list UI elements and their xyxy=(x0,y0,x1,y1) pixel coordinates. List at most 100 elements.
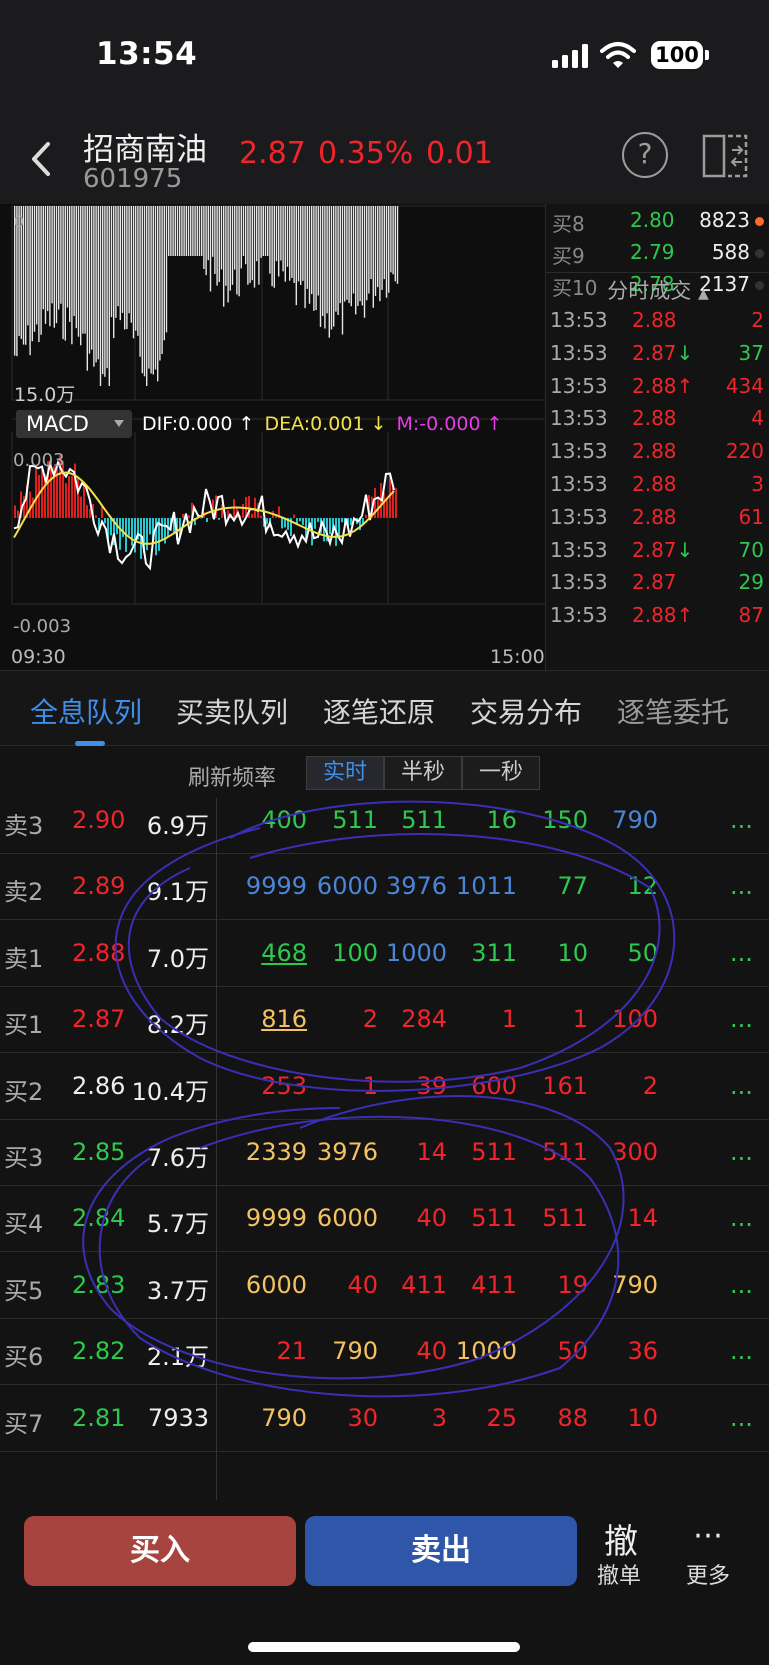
tick-row: 13:53 2.88 220 xyxy=(546,439,769,473)
macd-bar xyxy=(182,513,184,518)
queue-row[interactable]: 买2 2.86 10.4万 253 1 39 600 161 2... xyxy=(0,1050,769,1120)
change-percent: 0.35% xyxy=(318,136,414,171)
tab-trade-distribution[interactable]: 交易分布 xyxy=(470,691,582,731)
macd-bottom-label: -0.003 xyxy=(13,616,72,637)
buy-button[interactable]: 买入 xyxy=(24,1516,296,1586)
queue-row[interactable]: 买3 2.85 7.6万 2339 3976 14 511 511 300... xyxy=(0,1116,769,1186)
volume-bar xyxy=(106,206,108,369)
queue-order-cell: 19 xyxy=(557,1270,588,1299)
cancel-order-label[interactable]: 撤单 xyxy=(597,1558,641,1590)
queue-more-button[interactable]: ... xyxy=(730,1271,753,1299)
queue-more-button[interactable]: ... xyxy=(730,1072,753,1100)
macd-bar xyxy=(122,518,124,537)
queue-row[interactable]: 买1 2.87 8.2万 816 2 284 1 1 100... xyxy=(0,983,769,1054)
volume-bar xyxy=(383,206,385,280)
macd-bar xyxy=(161,518,163,539)
volume-bar xyxy=(135,206,137,331)
queue-level-label: 买1 xyxy=(4,1011,44,1040)
volume-bar xyxy=(256,206,258,262)
refresh-half-second-button[interactable]: 半秒 xyxy=(384,756,462,790)
queue-row[interactable]: 买7 2.81 7933 790 30 3 25 88 10... xyxy=(0,1382,769,1452)
volume-bar xyxy=(260,206,262,258)
queue-more-button[interactable]: ... xyxy=(730,1404,753,1432)
volume-bar xyxy=(44,206,47,324)
tick-list-title[interactable]: 分时成交 ▲ xyxy=(546,272,769,308)
queue-level-label: 买7 xyxy=(4,1409,44,1438)
macd-bar xyxy=(329,518,331,535)
back-chevron-icon[interactable] xyxy=(22,134,62,184)
macd-indicator-bar: MACD DIF:0.000 ↑ DEA:0.001 ↓ M:-0.000 ↑ xyxy=(0,406,545,442)
macd-bar xyxy=(65,483,67,518)
queue-row[interactable]: 买5 2.83 3.7万 6000 40 411 411 19 790... xyxy=(0,1249,769,1319)
volume-bar xyxy=(335,206,337,312)
queue-row[interactable]: 卖3 2.90 6.9万 400 511 511 16 150 790... xyxy=(0,798,769,854)
sort-up-icon: ▲ xyxy=(697,286,709,302)
tick-amount: 2 xyxy=(751,308,764,332)
queue-more-button[interactable]: ... xyxy=(730,1005,753,1033)
queue-more-button[interactable]: ... xyxy=(730,1138,753,1166)
cellular-signal-icon xyxy=(552,44,588,68)
macd-bar xyxy=(242,504,244,518)
volume-bar xyxy=(223,206,225,307)
volume-bar xyxy=(117,206,119,307)
volume-bar xyxy=(84,206,86,334)
queue-row[interactable]: 卖1 2.88 7.0万 468 100 1000 311 10 50... xyxy=(0,917,769,987)
help-icon[interactable]: ? xyxy=(622,132,668,178)
more-label[interactable]: 更多 xyxy=(686,1558,730,1590)
volume-bar xyxy=(66,206,69,308)
volume-bar xyxy=(124,206,126,330)
intraday-chart[interactable]: 0 15.0万 MACD DIF:0.000 ↑ DEA:0.001 ↓ M:-… xyxy=(0,204,545,670)
queue-more-button[interactable]: ... xyxy=(730,1337,753,1365)
volume-bar xyxy=(385,206,388,298)
macd-bar xyxy=(314,518,316,529)
tab-bid-ask-queue[interactable]: 买卖队列 xyxy=(176,691,288,731)
volume-bar xyxy=(229,206,231,291)
cancel-order-icon[interactable]: 撤 xyxy=(604,1514,638,1563)
volume-bar xyxy=(113,206,115,339)
queue-more-button[interactable]: ... xyxy=(730,1204,753,1232)
tab-order-detail[interactable]: 逐笔委托 xyxy=(617,691,729,731)
order-book-row[interactable]: 买8 2.80 8823 xyxy=(546,208,769,240)
queue-order-cell: 14 xyxy=(627,1204,658,1233)
queue-order-cell: 790 xyxy=(612,806,658,834)
queue-order-cell: 3976 xyxy=(316,1138,378,1166)
queue-order-cell: 6000 xyxy=(316,1204,378,1233)
volume-bar xyxy=(322,206,324,316)
queue-order-cell: 6000 xyxy=(316,872,378,901)
volume-bar xyxy=(209,206,212,292)
volume-bar xyxy=(121,206,124,313)
queue-order-cell: 36 xyxy=(627,1337,658,1366)
volume-bar xyxy=(33,206,36,332)
queue-row[interactable]: 买6 2.82 2.1万 21 790 40 1000 50 36... xyxy=(0,1315,769,1386)
tab-full-queue[interactable]: 全息队列 xyxy=(30,691,142,731)
volume-bar xyxy=(328,206,330,338)
volume-bar xyxy=(176,206,179,256)
volume-bar xyxy=(82,206,84,334)
macd-bar xyxy=(128,518,130,536)
queue-order-cell: 14 xyxy=(416,1138,447,1166)
tab-trade-replay[interactable]: 逐笔还原 xyxy=(323,691,435,731)
queue-table[interactable]: 卖3 2.90 6.9万 400 511 511 16 150 790... 卖2 2.89 9.1万… xyxy=(0,798,769,1500)
queue-order-cell: 816 xyxy=(261,1005,307,1034)
refresh-one-second-button[interactable]: 一秒 xyxy=(462,756,540,790)
queue-more-button[interactable]: ... xyxy=(730,939,753,967)
queue-more-button[interactable]: ... xyxy=(730,806,753,834)
queue-row[interactable]: 卖2 2.89 9.1万 9999 6000 3976 1011 77 12... xyxy=(0,850,769,921)
macd-bar xyxy=(254,497,256,518)
order-book-row[interactable]: 买9 2.79 588 xyxy=(546,240,769,272)
volume-bar xyxy=(212,206,214,257)
volume-bar xyxy=(194,206,196,256)
queue-order-cell: 50 xyxy=(557,1337,588,1366)
queue-row[interactable]: 买4 2.84 5.7万 9999 6000 40 511 511 14... xyxy=(0,1182,769,1253)
queue-more-button[interactable]: ... xyxy=(730,872,753,900)
tick-time: 13:53 xyxy=(550,406,608,431)
split-view-icon[interactable] xyxy=(702,132,750,180)
indicator-select[interactable]: MACD xyxy=(16,410,132,438)
macd-bar xyxy=(302,518,304,525)
refresh-realtime-button[interactable]: 实时 xyxy=(306,756,384,790)
more-icon[interactable]: ⋯ xyxy=(693,1518,725,1553)
tick-title-text: 分时成交 xyxy=(607,279,692,303)
sell-button[interactable]: 卖出 xyxy=(305,1516,577,1586)
macd-bar xyxy=(29,491,31,518)
volume-bar xyxy=(181,206,183,256)
